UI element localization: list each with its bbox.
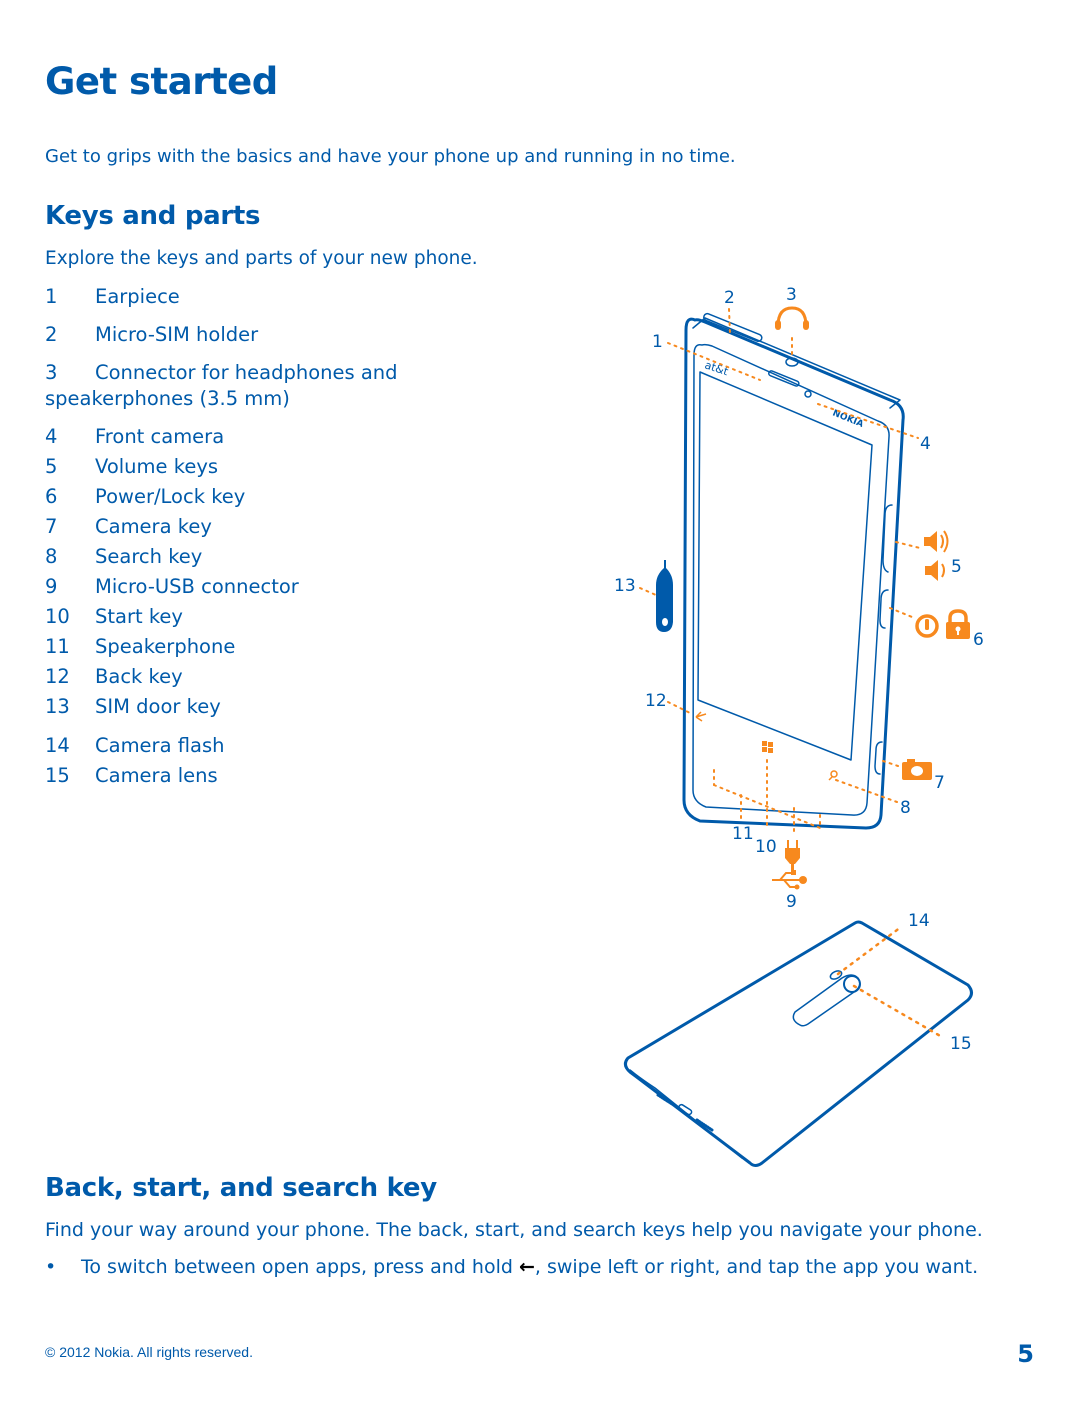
callout-numbers: 1 2 3 4 5 6 7 8 9 10 11 12 13 14 15 xyxy=(614,285,984,1054)
page-number: 5 xyxy=(1017,1340,1034,1368)
callout-number: 13 xyxy=(614,576,636,596)
volume-key xyxy=(882,504,893,573)
usb-icon xyxy=(772,870,807,890)
callout-number: 2 xyxy=(724,288,735,308)
callout-number: 1 xyxy=(652,332,663,352)
callout-number: 11 xyxy=(732,824,754,844)
camera-module xyxy=(792,974,861,1027)
phone-diagram: at&t NOKIA 1 2 3 4 5 6 7 8 9 10 11 12 13… xyxy=(614,285,984,1167)
bullet-text-start: To switch between open apps, press and h… xyxy=(81,1256,519,1278)
power-key xyxy=(879,589,889,629)
start-key-icon xyxy=(762,741,773,753)
nokia-logo: NOKIA xyxy=(831,409,865,430)
copyright-footer: © 2012 Nokia. All rights reserved. xyxy=(45,1344,253,1360)
lock-icon xyxy=(946,609,970,639)
power-icon xyxy=(915,614,939,638)
callout-number: 14 xyxy=(908,911,930,931)
callout-number: 9 xyxy=(786,892,797,912)
front-camera xyxy=(804,390,812,398)
callout-number: 7 xyxy=(934,773,945,793)
phone-back-body xyxy=(623,920,973,1167)
callout-number: 4 xyxy=(920,434,931,454)
callout-number: 15 xyxy=(950,1034,972,1054)
back-arrow-icon: ← xyxy=(518,1256,535,1278)
callout-number: 3 xyxy=(786,285,797,305)
phone-back xyxy=(623,920,973,1167)
phone-screen xyxy=(697,371,873,761)
callout-number: 12 xyxy=(645,691,667,711)
plug-icon xyxy=(785,840,800,870)
back-start-search-intro: Find your way around your phone. The bac… xyxy=(45,1219,983,1241)
back-callout-dots xyxy=(836,925,944,1039)
volume-down-icon xyxy=(925,560,945,581)
camera-key xyxy=(874,741,883,775)
callout-number: 6 xyxy=(973,630,984,650)
camera-icon xyxy=(902,759,932,780)
search-key-icon xyxy=(828,770,838,781)
phone-front-bezel xyxy=(692,343,890,816)
callout-lines xyxy=(639,308,921,836)
callout-number: 5 xyxy=(951,557,962,577)
bullet-text-end: , swipe left or right, and tap the app y… xyxy=(534,1256,979,1278)
volume-up-icon xyxy=(924,530,949,553)
callout-number: 10 xyxy=(755,837,777,857)
sim-tool-hole xyxy=(662,618,668,626)
callout-number: 8 xyxy=(900,798,911,818)
bullet-item: • To switch between open apps, press and … xyxy=(45,1256,978,1278)
camera-lens xyxy=(843,975,861,993)
section-heading-back-start-search: Back, start, and search key xyxy=(45,1173,437,1203)
bullet-marker: • xyxy=(45,1256,57,1278)
back-key-icon xyxy=(695,711,707,722)
headphones-icon xyxy=(775,306,809,330)
